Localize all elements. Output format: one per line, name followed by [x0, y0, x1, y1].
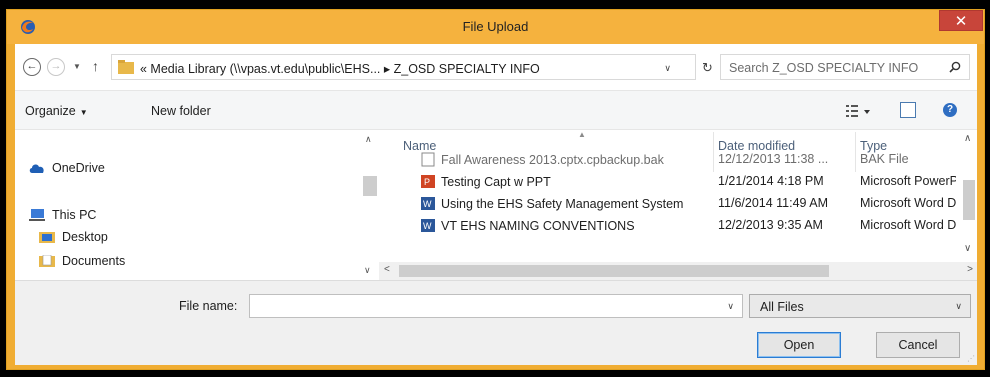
desktop-folder-icon [39, 232, 55, 243]
table-row[interactable]: W VT EHS NAMING CONVENTIONS 12/2/2013 9:3… [379, 215, 977, 237]
nav-item-documents[interactable]: Documents [39, 254, 125, 268]
file-date-cell: 11/6/2014 11:49 AM [718, 196, 829, 210]
forward-button[interactable]: → [47, 58, 65, 76]
nav-label-this-pc: This PC [52, 208, 97, 222]
scroll-up-icon[interactable]: ∧ [964, 133, 971, 144]
search-input[interactable]: Search Z_OSD SPECIALTY INFO [720, 54, 970, 80]
svg-text:P: P [424, 177, 430, 187]
organize-button[interactable]: Organize ▼ [25, 104, 88, 118]
new-folder-button[interactable]: New folder [151, 104, 211, 118]
file-name-cell: W Using the EHS Safety Management System [421, 196, 711, 211]
table-row[interactable]: W Using the EHS Safety Management System … [379, 193, 977, 215]
caret-down-icon: ▼ [79, 108, 88, 117]
scroll-down-icon[interactable]: ∨ [964, 243, 971, 254]
file-upload-dialog: File Upload ✕ ← → ▼ ↑ « Media Library (\… [6, 9, 985, 370]
recent-locations-chevron-down-icon[interactable]: ▼ [73, 62, 81, 71]
file-name-field[interactable]: ∨ [249, 294, 743, 318]
file-type-cell: BAK File [860, 152, 909, 166]
generic-file-icon [421, 152, 435, 167]
help-icon[interactable]: ? [943, 103, 957, 117]
file-name-cell: W VT EHS NAMING CONVENTIONS [421, 218, 711, 233]
scroll-right-icon[interactable]: > [967, 264, 973, 275]
close-button[interactable]: ✕ [939, 10, 983, 31]
cloud-icon [29, 164, 44, 173]
breadcrumb[interactable]: « Media Library (\\vpas.vt.edu\public\EH… [111, 54, 696, 80]
table-row[interactable]: Fall Awareness 2013.cptx.cpbackup.bak 12… [379, 149, 977, 171]
file-name: Testing Capt w PPT [441, 175, 551, 189]
up-arrow-icon[interactable]: ↑ [92, 58, 99, 74]
file-type-cell: Microsoft Word D... [860, 196, 956, 210]
title-bar[interactable]: File Upload ✕ [7, 10, 984, 44]
file-name: VT EHS NAMING CONVENTIONS [441, 219, 635, 233]
word-file-icon: W [421, 197, 435, 210]
scroll-up-icon[interactable]: ∧ [365, 134, 372, 145]
file-date-cell: 12/12/2013 11:38 ... [718, 152, 829, 166]
file-list-horizontal-scrollbar[interactable]: < > [379, 262, 977, 280]
nav-item-desktop[interactable]: Desktop [39, 230, 108, 244]
nav-item-onedrive[interactable]: OneDrive [29, 161, 105, 175]
nav-label-onedrive: OneDrive [52, 161, 105, 175]
refresh-icon[interactable]: ↻ [702, 60, 713, 76]
cancel-button[interactable]: Cancel [876, 332, 960, 358]
window-title: File Upload [462, 19, 529, 34]
table-row[interactable]: P Testing Capt w PPT 1/21/2014 4:18 PM Mi… [379, 171, 977, 193]
file-type-value: All Files [760, 300, 804, 314]
change-view-icon[interactable] [845, 103, 873, 119]
nav-label-documents: Documents [62, 254, 126, 268]
file-type-chevron-down-icon: ∨ [955, 301, 962, 311]
file-date-cell: 12/2/2013 9:35 AM [718, 218, 823, 232]
svg-text:W: W [423, 221, 432, 231]
scroll-down-icon[interactable]: ∨ [364, 265, 371, 276]
breadcrumb-path[interactable]: « Media Library (\\vpas.vt.edu\public\EH… [140, 61, 540, 76]
nav-scrollbar[interactable]: ∧ ∨ [361, 130, 377, 280]
file-name-cell: P Testing Capt w PPT [421, 174, 711, 189]
svg-text:W: W [423, 199, 432, 209]
folder-icon [118, 60, 134, 74]
dialog-footer: File name: ∨ All Files ∨ Open Cancel ⋰ [15, 280, 977, 365]
file-name: Using the EHS Safety Management System [441, 197, 684, 211]
file-date-cell: 1/21/2014 4:18 PM [718, 174, 824, 188]
resize-grip-icon[interactable]: ⋰ [967, 354, 975, 363]
nav-label-desktop: Desktop [62, 230, 108, 244]
back-button[interactable]: ← [23, 58, 41, 76]
horizontal-scroll-thumb[interactable] [399, 265, 829, 277]
file-type-cell: Microsoft PowerP... [860, 174, 956, 188]
organize-label: Organize [25, 104, 76, 118]
powerpoint-file-icon: P [421, 175, 435, 188]
file-list: Name ▲ Date modified Type Fall Awareness… [379, 130, 977, 280]
file-name-cell: Fall Awareness 2013.cptx.cpbackup.bak [421, 152, 711, 167]
file-type-cell: Microsoft Word D... [860, 218, 956, 232]
computer-icon [29, 209, 45, 221]
dialog-body: ← → ▼ ↑ « Media Library (\\vpas.vt.edu\p… [15, 44, 977, 365]
word-file-icon: W [421, 219, 435, 232]
search-icon[interactable] [949, 61, 961, 73]
file-name-dropdown-chevron-down-icon[interactable]: ∨ [727, 301, 734, 312]
nav-item-this-pc[interactable]: This PC [29, 208, 96, 222]
open-button[interactable]: Open [757, 332, 841, 358]
address-bar-row: ← → ▼ ↑ « Media Library (\\vpas.vt.edu\p… [15, 44, 977, 90]
scroll-left-icon[interactable]: < [384, 264, 390, 275]
command-toolbar: Organize ▼ New folder ? [15, 90, 977, 130]
preview-pane-icon[interactable] [900, 102, 916, 118]
vertical-scroll-thumb[interactable] [963, 180, 975, 220]
navigation-pane: OneDrive This PC Desktop Documents ∧ ∨ [15, 130, 377, 280]
path-dropdown-chevron-down-icon[interactable]: ∨ [664, 63, 671, 74]
file-name: Fall Awareness 2013.cptx.cpbackup.bak [441, 153, 664, 167]
file-list-vertical-scrollbar[interactable]: ∧ ∨ [960, 130, 977, 262]
documents-folder-icon [39, 255, 55, 267]
nav-scroll-thumb[interactable] [363, 176, 377, 196]
sort-up-icon: ▲ [578, 130, 586, 139]
search-placeholder: Search Z_OSD SPECIALTY INFO [729, 61, 919, 75]
file-name-label: File name: [179, 299, 238, 313]
file-type-select[interactable]: All Files ∨ [749, 294, 971, 318]
